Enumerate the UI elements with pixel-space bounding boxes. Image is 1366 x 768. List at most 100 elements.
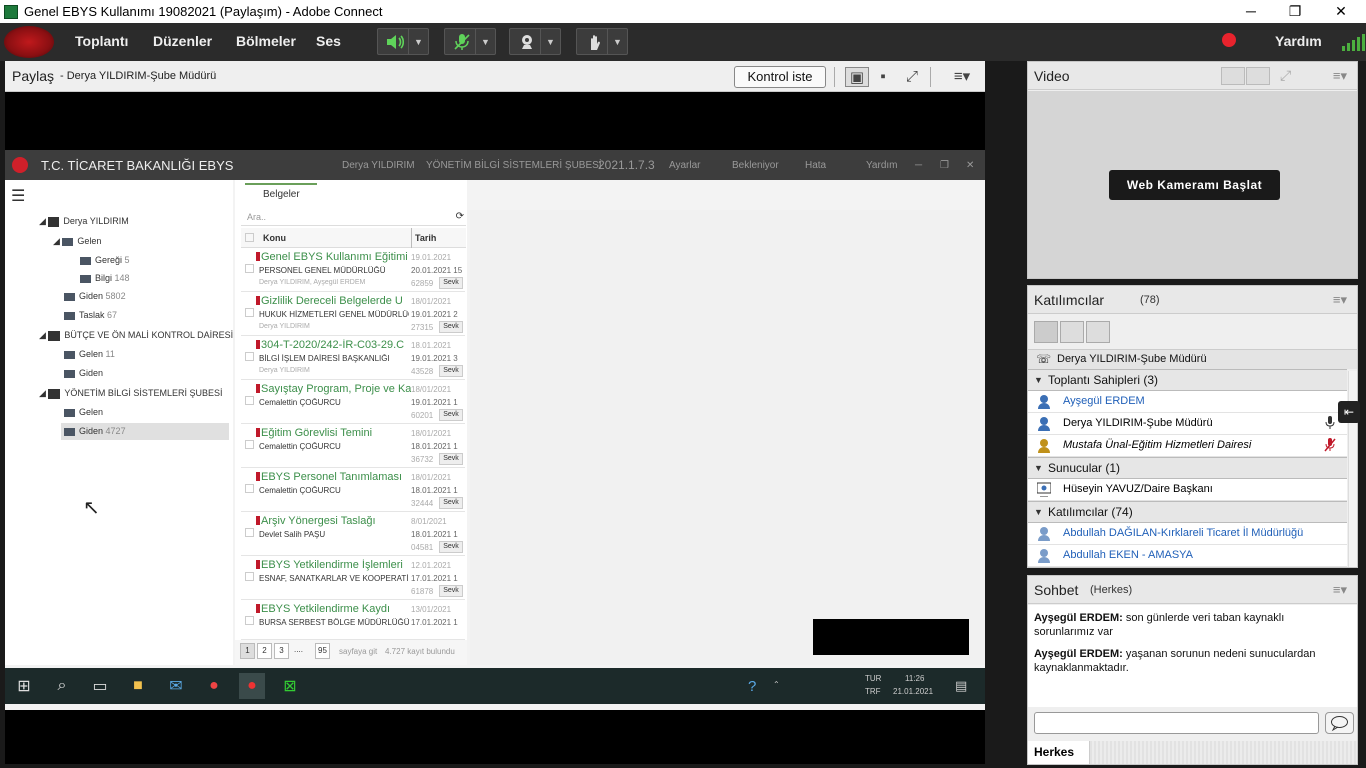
participants-pod-title: Katılımcılar xyxy=(1034,292,1105,308)
excel-icon: ⊠ xyxy=(283,678,297,695)
chat-pod-title: Sohbet xyxy=(1034,582,1079,598)
ebys-version: 2021.1.7.3 xyxy=(598,158,655,172)
document-row: Arşiv Yönergesi Taslağı Devlet Salih PAŞU… xyxy=(241,512,465,556)
start-webcam-button[interactable]: Web Kameramı Başlat xyxy=(1109,170,1280,200)
participant-row[interactable]: Hüseyin YAVUZ/Daire Başkanı xyxy=(1028,479,1347,501)
chat-input[interactable] xyxy=(1034,712,1319,734)
chat-message: Ayşegül ERDEM: son günlerde veri taban k… xyxy=(1034,612,1285,638)
raise-hand-control[interactable]: ▼ xyxy=(576,28,628,55)
document-row: Sayıştay Program, Proje ve Ka Cemalettin … xyxy=(241,380,465,424)
share-pod-title: Paylaş xyxy=(12,68,55,84)
participant-row[interactable]: Derya YILDIRIM-Şube Müdürü xyxy=(1028,413,1347,435)
document-row: EBYS Personel Tanımlaması Cemalettin ÇOĞU… xyxy=(241,468,465,512)
chevron-down-icon[interactable]: ▼ xyxy=(540,29,560,54)
menu-ses[interactable]: Ses xyxy=(316,33,341,49)
chat-messages: Ayşegül ERDEM: son günlerde veri taban k… xyxy=(1028,605,1357,707)
grid-view-icon[interactable] xyxy=(1221,67,1245,85)
adobe-connect-app-icon xyxy=(4,4,18,19)
pod-menu-icon[interactable]: ≡▾ xyxy=(951,67,973,87)
request-control-button[interactable]: Kontrol iste xyxy=(734,66,826,88)
file-explorer-icon: ■ xyxy=(133,677,143,694)
pod-menu-icon[interactable]: ≡▾ xyxy=(1333,292,1347,308)
document-row: Genel EBYS Kullanımı Eğitimi PERSONEL GEN… xyxy=(241,248,465,292)
pod-menu-icon[interactable]: ≡▾ xyxy=(1333,68,1347,84)
ebys-minimize-icon: ─ xyxy=(915,160,923,171)
participants-pod: Katılımcılar (78) ≡▾ ☏ Derya YILDIRIM-Şu… xyxy=(1027,285,1358,568)
close-icon[interactable]: ✕ xyxy=(1318,0,1364,23)
host-user-icon xyxy=(1038,439,1050,453)
window-titlebar: Genel EBYS Kullanımı 19082021 (Paylaşım)… xyxy=(0,0,1366,23)
microphone-icon xyxy=(1325,416,1335,429)
document-pager: 1 2 3 .... 95 sayfaya git 4.727 kayıt bu… xyxy=(235,640,467,665)
collapse-arrow-icon[interactable]: ⇤ xyxy=(1338,401,1360,423)
ebys-titlebar: T.C. TİCARET BAKANLIĞI EBYS Derya YILDIR… xyxy=(5,150,985,180)
menu-duzenler[interactable]: Düzenler xyxy=(153,33,212,49)
notification-icon: ▤ xyxy=(955,678,968,693)
shared-screen: T.C. TİCARET BAKANLIĞI EBYS Derya YILDIR… xyxy=(5,150,985,759)
hamburger-menu-icon: ☰ xyxy=(11,188,26,205)
list-view-icon[interactable] xyxy=(1034,321,1058,343)
breakout-view-icon[interactable] xyxy=(1060,321,1084,343)
presenter-icon xyxy=(1037,482,1051,497)
document-search: Ara.. ⟳ xyxy=(241,208,466,226)
attendee-view-icon[interactable] xyxy=(1086,321,1110,343)
participant-row[interactable]: Ayşegül ERDEM xyxy=(1028,391,1347,413)
fit-to-window-icon[interactable]: ▣ xyxy=(845,67,869,87)
redacted-region xyxy=(813,619,969,655)
camera-control[interactable]: ▼ xyxy=(509,28,561,55)
participant-row[interactable]: Abdullah DAĞILAN-Kırklareli Ticaret İl M… xyxy=(1028,523,1347,545)
menu-bolmeler[interactable]: Bölmeler xyxy=(236,33,296,49)
attendee-user-icon xyxy=(1038,549,1050,563)
microphone-muted-icon xyxy=(1324,438,1336,452)
send-message-button[interactable] xyxy=(1325,712,1354,734)
document-row: EBYS Yetkilendirme Kaydı BURSA SERBEST BÖ… xyxy=(241,600,465,640)
tab-documents: Belgeler xyxy=(245,183,317,205)
ebys-menu-waiting: Bekleniyor xyxy=(732,160,779,171)
group-presenters[interactable]: ▼ Sunucular (1) xyxy=(1028,457,1347,479)
active-presenter: ☏ Derya YILDIRIM-Şube Müdürü xyxy=(1028,349,1357,369)
tree-node: Giden 5802 xyxy=(64,291,126,301)
chevron-down-icon[interactable]: ▼ xyxy=(475,29,495,54)
chevron-down-icon[interactable]: ▼ xyxy=(408,29,428,54)
video-pod-header: Video ⤢ ≡▾ xyxy=(1028,62,1357,90)
speaker-icon[interactable] xyxy=(378,29,412,54)
chat-tab-everyone[interactable]: Herkes xyxy=(1028,741,1090,764)
tree-node: Bilgi 148 xyxy=(80,273,130,283)
ebys-menu-help: Yardım xyxy=(866,160,898,171)
webcam-icon[interactable] xyxy=(510,29,544,54)
participants-pod-header: Katılımcılar (78) ≡▾ xyxy=(1028,286,1357,314)
ebys-restore-icon: ❐ xyxy=(940,160,949,171)
filmstrip-view-icon[interactable] xyxy=(1246,67,1270,85)
fullscreen-icon[interactable]: ⤢ xyxy=(902,67,922,87)
tree-node: Taslak 67 xyxy=(64,310,117,320)
connection-signal-icon xyxy=(1342,33,1365,51)
tree-node: ◢ BÜTÇE VE ÖN MALİ KONTROL DAİRESİ xyxy=(39,330,234,341)
group-hosts[interactable]: ▼ Toplantı Sahipleri (3) xyxy=(1028,369,1347,391)
microphone-control[interactable]: ▼ xyxy=(444,28,496,55)
participant-row[interactable]: Abdullah EKEN - AMASYA xyxy=(1028,545,1347,567)
group-attendees[interactable]: ▼ Katılımcılar (74) xyxy=(1028,501,1347,523)
recording-indicator-icon[interactable] xyxy=(1222,33,1236,47)
restore-icon[interactable]: ❐ xyxy=(1272,0,1318,23)
chat-pod: Sohbet (Herkes) ≡▾ Ayşegül ERDEM: son gü… xyxy=(1027,575,1358,765)
raise-hand-icon[interactable] xyxy=(577,29,611,54)
fullscreen-icon[interactable]: ⤢ xyxy=(1280,67,1291,84)
search-icon: ⌕ xyxy=(57,677,67,694)
menu-bar: Toplantı Düzenler Bölmeler Ses ▼ ▼ ▼ ▼ Y… xyxy=(0,23,1366,61)
menu-toplanti[interactable]: Toplantı xyxy=(75,33,128,49)
ebys-title: T.C. TİCARET BAKANLIĞI EBYS xyxy=(41,158,234,173)
pod-menu-icon[interactable]: ≡▾ xyxy=(1333,582,1347,598)
organization-logo-icon xyxy=(4,26,54,58)
document-row: 304-T-2020/242-İR-C03-29.C BİLGİ İŞLEM DA… xyxy=(241,336,465,380)
ebys-folder-tree: ☰ ◢ Derya YILDIRIM ◢ Gelen Gereği 5 Bilg… xyxy=(5,180,233,665)
tree-node: ◢ YÖNETİM BİLGİ SİSTEMLERİ ŞUBESİ xyxy=(39,388,223,399)
minimize-icon[interactable]: ─ xyxy=(1228,0,1274,23)
chevron-down-icon[interactable]: ▼ xyxy=(607,29,627,54)
video-area: Web Kameramı Başlat xyxy=(1028,91,1357,278)
speaker-control[interactable]: ▼ xyxy=(377,28,429,55)
actual-size-icon[interactable]: ▪ xyxy=(871,67,895,87)
participant-row[interactable]: Mustafa Ünal-Eğitim Hizmetleri Dairesi xyxy=(1028,435,1347,457)
mail-icon: ✉ xyxy=(169,678,183,695)
microphone-muted-icon[interactable] xyxy=(445,29,479,54)
menu-help[interactable]: Yardım xyxy=(1275,33,1322,49)
